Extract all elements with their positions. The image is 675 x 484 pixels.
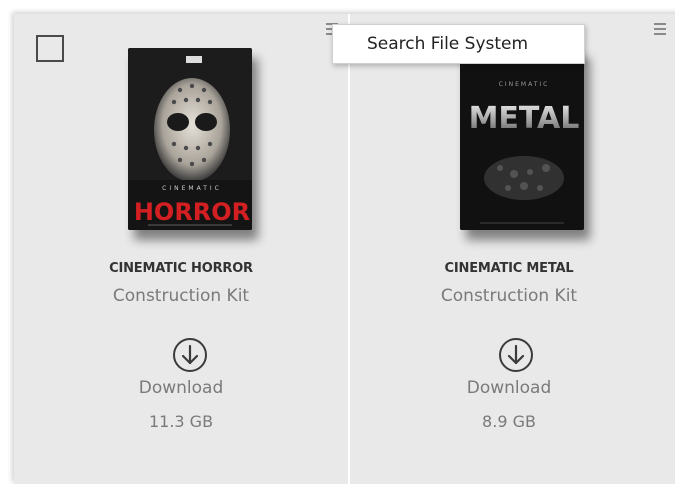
cover-line1: CINEMATIC bbox=[162, 185, 222, 192]
brand-logo bbox=[186, 56, 202, 63]
product-card: CINEMATIC METAL CINEMATIC METAL Construc… bbox=[350, 14, 668, 479]
menu-icon[interactable] bbox=[654, 23, 666, 35]
product-cover-image[interactable]: CINEMATIC METAL bbox=[460, 48, 584, 230]
product-subtitle: Construction Kit bbox=[112, 286, 250, 306]
hockey-mask bbox=[154, 78, 230, 182]
download-button[interactable]: Download bbox=[350, 378, 668, 398]
horror-cover-art: CINEMATIC HORROR bbox=[128, 48, 252, 230]
product-title: CINEMATIC HORROR bbox=[109, 261, 253, 276]
context-item-search-file-system[interactable]: Search File System bbox=[367, 34, 528, 54]
download-icon[interactable] bbox=[498, 337, 534, 373]
context-menu: Search File System bbox=[332, 24, 585, 64]
product-title: CINEMATIC METAL bbox=[444, 261, 574, 276]
cover-line2: METAL bbox=[469, 101, 580, 136]
select-checkbox[interactable] bbox=[36, 35, 64, 62]
product-subtitle: Construction Kit bbox=[440, 286, 578, 306]
file-size: 11.3 GB bbox=[148, 412, 214, 431]
cover-line1: CINEMATIC bbox=[499, 81, 550, 88]
download-button[interactable]: Download bbox=[14, 378, 348, 398]
product-card: CINEMATIC HORROR CINEMATIC HORROR Constr… bbox=[14, 14, 348, 479]
download-icon[interactable] bbox=[172, 337, 208, 373]
product-cover-image[interactable]: CINEMATIC HORROR bbox=[128, 48, 252, 230]
file-size: 8.9 GB bbox=[482, 412, 536, 431]
cover-line2: HORROR bbox=[134, 198, 250, 226]
metal-cover-art: CINEMATIC METAL bbox=[460, 48, 584, 230]
